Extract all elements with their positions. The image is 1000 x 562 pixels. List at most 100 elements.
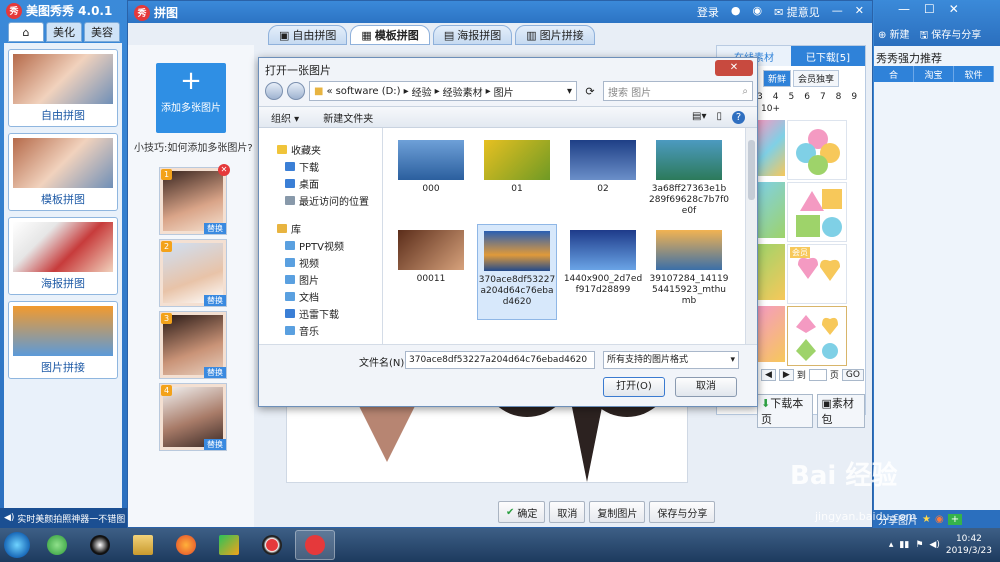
mode-free-collage[interactable]: 自由拼图 bbox=[8, 49, 118, 127]
tree-item[interactable]: PPTV视频 bbox=[285, 238, 344, 253]
replace-button[interactable]: 替换 bbox=[204, 295, 226, 306]
template-tile[interactable] bbox=[757, 306, 785, 362]
login-link[interactable]: 登录 bbox=[697, 4, 719, 20]
mode-image-stitch[interactable]: 图片拼接 bbox=[8, 301, 118, 379]
organize-menu[interactable]: 组织 ▾ bbox=[271, 110, 299, 125]
template-tile[interactable]: 会员 bbox=[787, 244, 847, 304]
back-button[interactable] bbox=[265, 82, 283, 100]
file-scrollbar[interactable] bbox=[745, 128, 757, 344]
filename-input[interactable]: 370ace8df53227a204d64c76ebad4620 bbox=[405, 351, 595, 369]
replace-button[interactable]: 替换 bbox=[204, 439, 226, 450]
taskbar-app-media[interactable] bbox=[209, 530, 249, 560]
close-icon[interactable]: ✕ bbox=[949, 2, 959, 16]
tree-item[interactable]: 图片 bbox=[285, 272, 319, 287]
tip-link[interactable]: 小技巧:如何添加多张图片? bbox=[134, 139, 253, 154]
help-icon[interactable]: ? bbox=[732, 110, 745, 124]
copy-image-button[interactable]: 复制图片 bbox=[589, 501, 646, 523]
minimize-icon[interactable]: — bbox=[832, 4, 843, 20]
chevron-down-icon[interactable]: ▾ bbox=[567, 86, 576, 97]
replace-button[interactable]: 替换 bbox=[204, 223, 226, 234]
page-link[interactable]: 10+ bbox=[761, 104, 780, 114]
mode-template-collage[interactable]: 模板拼图 bbox=[8, 133, 118, 211]
tab-skin[interactable]: 美容 bbox=[84, 22, 120, 42]
tab-beautify[interactable]: 美化 bbox=[46, 22, 82, 42]
refresh-icon[interactable]: ⟳ bbox=[581, 85, 599, 98]
tab-poster-collage[interactable]: ▤ 海报拼图 bbox=[432, 25, 513, 45]
sub-tab-fresh[interactable]: 新鲜 bbox=[763, 70, 792, 87]
page-link[interactable]: 5 bbox=[788, 92, 794, 102]
preview-pane-icon[interactable]: ▯ bbox=[716, 111, 722, 124]
search-input[interactable]: 搜索 图片 ⌕ bbox=[603, 81, 753, 101]
taskbar-app-qq[interactable] bbox=[80, 530, 120, 560]
material-pack-button[interactable]: ▣素材包 bbox=[817, 394, 865, 428]
tab-image-stitch[interactable]: ▥ 图片拼接 bbox=[515, 25, 595, 45]
open-button[interactable]: 打开(O) bbox=[603, 377, 665, 397]
qq-icon[interactable]: ● bbox=[731, 4, 741, 20]
tree-item[interactable]: 最近访问的位置 bbox=[285, 193, 369, 208]
template-tile[interactable] bbox=[757, 182, 785, 238]
template-tile[interactable] bbox=[787, 120, 847, 180]
template-tile[interactable] bbox=[757, 120, 785, 176]
clock[interactable]: 10:42 2019/3/23 bbox=[946, 533, 992, 557]
tab-downloaded[interactable]: 已下载[5] bbox=[791, 46, 865, 66]
download-page-button[interactable]: ⬇下载本页 bbox=[757, 394, 814, 428]
file-item[interactable]: 1440x900_2d7edf917d28899 bbox=[563, 224, 643, 312]
tree-item[interactable]: 音乐 bbox=[285, 323, 319, 338]
tab-template-collage[interactable]: ▦ 模板拼图 bbox=[350, 25, 430, 45]
home-tab[interactable]: ⌂ bbox=[8, 22, 44, 42]
new-folder-button[interactable]: 新建文件夹 bbox=[323, 110, 373, 125]
file-item[interactable]: 02 bbox=[563, 134, 643, 222]
remove-icon[interactable]: ✕ bbox=[218, 164, 230, 176]
tree-item[interactable]: 桌面 bbox=[285, 176, 319, 191]
tree-item[interactable]: 迅雷下载 bbox=[285, 306, 339, 321]
mode-poster-collage[interactable]: 海报拼图 bbox=[8, 217, 118, 295]
template-tile[interactable] bbox=[757, 244, 785, 300]
template-column-left[interactable] bbox=[757, 120, 785, 362]
address-bar[interactable]: ■ « software (D:) ▸ 经验 ▸ 经验素材 ▸ 图片 ▾ bbox=[309, 81, 577, 101]
go-button[interactable]: GO bbox=[841, 368, 864, 381]
next-page-button[interactable]: ▶ bbox=[778, 368, 794, 381]
taskbar-app-browser[interactable] bbox=[37, 530, 77, 560]
page-number-input[interactable] bbox=[808, 368, 827, 381]
template-tile[interactable] bbox=[787, 182, 847, 242]
tree-item[interactable]: 文档 bbox=[285, 289, 319, 304]
template-tile[interactable] bbox=[787, 306, 847, 366]
image-slot[interactable]: 3 替换 bbox=[159, 311, 227, 379]
image-slot[interactable]: 1 替换 ✕ bbox=[159, 164, 230, 235]
file-item[interactable]: 000 bbox=[391, 134, 471, 222]
weibo-login-icon[interactable]: ◉ bbox=[752, 4, 762, 20]
save-share-button[interactable]: 🖫 保存与分享 bbox=[920, 26, 982, 45]
page-link[interactable]: 4 bbox=[773, 92, 779, 102]
replace-button[interactable]: 替换 bbox=[204, 367, 226, 378]
start-button[interactable] bbox=[0, 528, 34, 562]
recommend-tab-1[interactable]: 合 bbox=[874, 66, 914, 82]
filetype-select[interactable]: 所有支持的图片格式 ▾ bbox=[603, 351, 739, 369]
image-slot[interactable]: 4 替换 bbox=[159, 383, 227, 451]
status-bar[interactable]: ◀) 实时美颜拍照神器一不错图 bbox=[0, 508, 128, 528]
weibo-icon[interactable]: ◉ bbox=[935, 514, 944, 525]
file-item[interactable]: 01 bbox=[477, 134, 557, 222]
tree-item[interactable]: 视频 bbox=[285, 255, 319, 270]
page-link[interactable]: 6 bbox=[804, 92, 810, 102]
recommend-tab-taobao[interactable]: 淘宝 bbox=[914, 66, 954, 82]
new-button[interactable]: ⊕ 新建 bbox=[878, 26, 910, 45]
breadcrumb[interactable]: 图片 bbox=[494, 84, 514, 99]
file-item[interactable]: 370ace8df53227a204d64c76ebad4620 bbox=[477, 224, 557, 320]
page-link[interactable]: 9 bbox=[851, 92, 857, 102]
tree-item[interactable]: 收藏夹 bbox=[277, 142, 321, 157]
confirm-button[interactable]: ✔ 确定 bbox=[498, 501, 546, 523]
feedback-link[interactable]: ✉ 提意见 bbox=[774, 4, 820, 20]
tree-item[interactable]: 下载 bbox=[285, 159, 319, 174]
breadcrumb[interactable]: 经验素材 bbox=[443, 84, 483, 99]
page-link[interactable]: 8 bbox=[836, 92, 842, 102]
cancel-collage-button[interactable]: 取消 bbox=[549, 501, 586, 523]
taskbar-app-recorder[interactable] bbox=[252, 530, 292, 560]
recommend-tab-software[interactable]: 软件 bbox=[954, 66, 994, 82]
forward-button[interactable] bbox=[287, 82, 305, 100]
tree-item[interactable]: 库 bbox=[277, 221, 301, 236]
volume-icon[interactable]: ◀) bbox=[929, 540, 939, 550]
flag-icon[interactable]: ⚑ bbox=[915, 540, 923, 550]
tab-free-collage[interactable]: ▣ 自由拼图 bbox=[268, 25, 348, 45]
add-icon[interactable]: + bbox=[947, 513, 963, 525]
view-options-icon[interactable]: ▤▾ bbox=[692, 111, 706, 124]
